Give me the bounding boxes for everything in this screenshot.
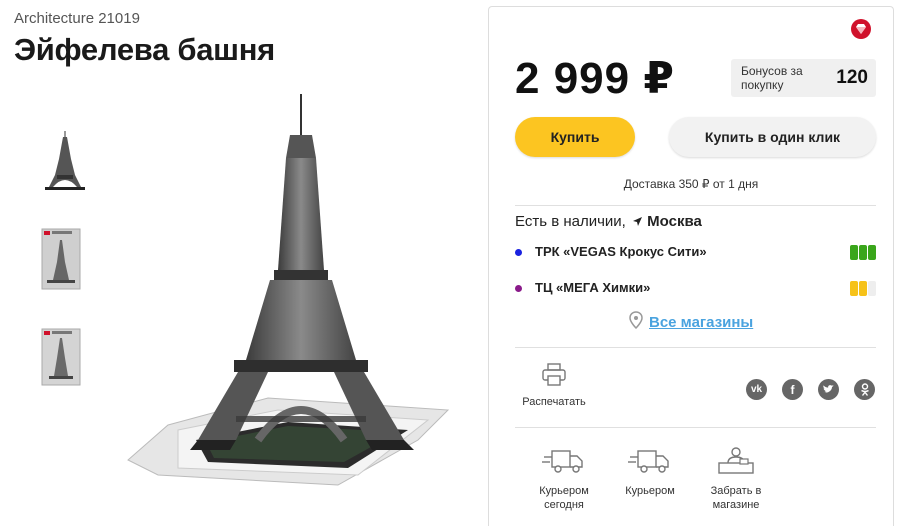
thumbnail-box-back[interactable] [30, 324, 92, 390]
shipping-option-courier-today: Курьером сегодня [529, 447, 599, 512]
print-label: Распечатать [522, 396, 586, 408]
store-dot [515, 249, 522, 256]
tower-model-icon [45, 131, 85, 190]
truck-fast-icon [542, 450, 586, 479]
twitter-icon[interactable] [818, 379, 839, 400]
thumbnail-tower[interactable] [34, 128, 96, 194]
thumbnail-box-front[interactable] [30, 226, 92, 292]
shipping-option-pickup: Забрать в магазине [701, 447, 771, 512]
price: 2 999 ₽ [515, 54, 675, 103]
social-share: vk f [746, 379, 875, 400]
print-button[interactable]: Распечатать [519, 363, 589, 408]
purchase-panel: 2 999 ₽ Бонусов за покупку 120 Купить Ку… [488, 6, 894, 526]
thumbnail-gallery [22, 128, 92, 422]
stock-level-indicator [850, 245, 876, 260]
odnoklassniki-icon[interactable] [854, 379, 875, 400]
facebook-icon[interactable]: f [782, 379, 803, 400]
truck-icon [628, 450, 672, 479]
store-dot [515, 285, 522, 292]
divider [515, 427, 876, 428]
divider [515, 347, 876, 348]
city-selector[interactable]: Москва [647, 213, 702, 230]
location-arrow-icon [632, 214, 643, 231]
store-row[interactable]: ТРК «VEGAS Крокус Сити» [515, 243, 876, 263]
bonus-box: Бонусов за покупку 120 [731, 59, 876, 97]
divider [515, 205, 876, 206]
printer-icon [541, 363, 567, 391]
box-back-icon [41, 328, 81, 386]
store-name[interactable]: ТРК «VEGAS Крокус Сити» [535, 244, 707, 259]
buy-one-click-button[interactable]: Купить в один клик [669, 117, 876, 157]
availability-line: Есть в наличии, Москва [515, 213, 702, 231]
delivery-info: Доставка 350 ₽ от 1 дня [623, 177, 759, 191]
store-pickup-icon [716, 447, 756, 479]
store-row[interactable]: ТЦ «МЕГА Химки» [515, 279, 876, 299]
bonus-label: Бонусов за покупку [741, 64, 803, 92]
shipping-label: Курьером [625, 485, 675, 497]
page-title: Эйфелева башня [14, 32, 275, 67]
vk-icon[interactable]: vk [746, 379, 767, 400]
availability-label: Есть в наличии, [515, 213, 626, 230]
diamond-badge-icon [851, 19, 871, 39]
bonus-value: 120 [836, 67, 868, 88]
all-stores-label: Все магазины [649, 313, 754, 331]
store-name[interactable]: ТЦ «МЕГА Химки» [535, 280, 650, 295]
shipping-label: Курьером сегодня [539, 485, 589, 511]
box-front-icon [41, 228, 81, 290]
product-subtitle: Architecture 21019 [14, 10, 140, 27]
all-stores-link[interactable]: Все магазины [629, 311, 753, 333]
shipping-option-courier: Курьером [615, 447, 685, 498]
shipping-label: Забрать в магазине [710, 485, 762, 511]
stock-level-indicator [850, 281, 876, 296]
product-image [127, 94, 450, 486]
map-pin-icon [629, 311, 643, 333]
buy-button[interactable]: Купить [515, 117, 635, 157]
